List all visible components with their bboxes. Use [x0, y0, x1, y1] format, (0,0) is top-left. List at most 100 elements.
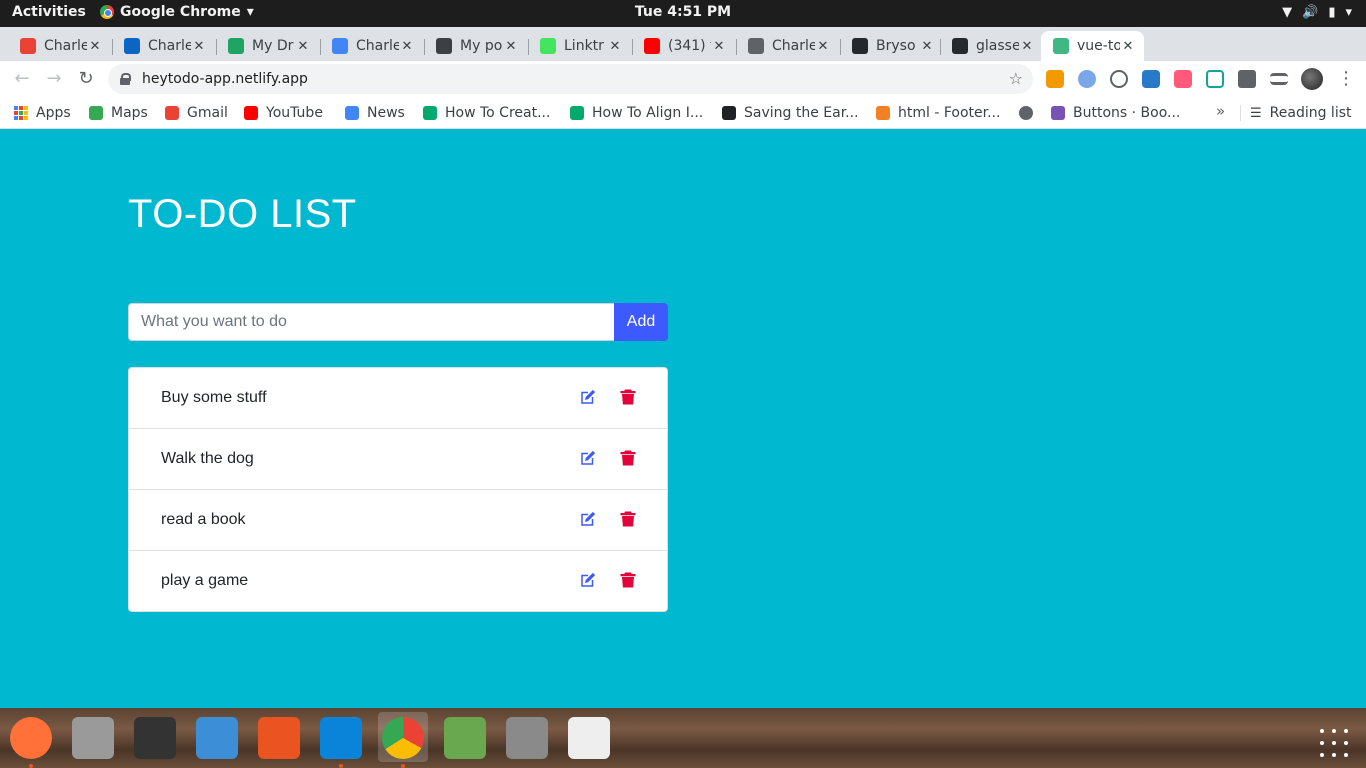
running-indicator	[29, 764, 33, 768]
web-page: TO-DO LIST Add Buy some stuff Walk the do…	[0, 130, 1366, 708]
bookmark-item[interactable]: Gmail	[165, 103, 228, 123]
close-tab-icon[interactable]: ✕	[607, 39, 623, 54]
running-indicator	[339, 764, 343, 768]
bookmarks-overflow-icon[interactable]: »	[1216, 102, 1225, 120]
todo-actions	[579, 449, 637, 467]
lock-icon[interactable]	[120, 73, 131, 85]
extension-icon[interactable]	[1142, 70, 1160, 88]
browser-tab[interactable]: Charle ✕	[112, 31, 215, 61]
dock-item[interactable]	[6, 712, 56, 762]
reload-icon[interactable]: ↻	[74, 68, 98, 89]
todo-text: Buy some stuff	[161, 389, 267, 406]
dock-item[interactable]	[502, 712, 552, 762]
close-tab-icon[interactable]: ✕	[399, 39, 415, 54]
edit-icon[interactable]	[579, 510, 597, 528]
browser-tab[interactable]: Bryso ✕	[840, 31, 943, 61]
back-arrow-icon[interactable]: ←	[10, 68, 34, 89]
puzzle-extensions-icon[interactable]	[1238, 70, 1256, 88]
trash-icon[interactable]	[619, 449, 637, 467]
todo-list: Buy some stuff Walk the dog read a book pla…	[128, 367, 668, 612]
browser-tab[interactable]: vue-to ✕	[1041, 31, 1144, 61]
gmail-icon	[165, 106, 179, 120]
browser-tab[interactable]: Charle ✕	[736, 31, 839, 61]
edit-icon[interactable]	[579, 388, 597, 406]
bookmark-item[interactable]: Saving the Ear...	[722, 103, 859, 123]
browser-tab[interactable]: My Dr ✕	[216, 31, 319, 61]
profile-avatar[interactable]	[1301, 68, 1323, 90]
edit-icon[interactable]	[579, 571, 597, 589]
close-tab-icon[interactable]: ✕	[87, 39, 103, 54]
address-bar-url: heytodo-app.netlify.app	[142, 71, 308, 87]
linktree-icon	[540, 38, 556, 54]
dock-item[interactable]	[68, 712, 118, 762]
kebab-menu-icon[interactable]: ⋮	[1337, 68, 1355, 89]
chrome-icon	[382, 717, 424, 759]
bookmark-item[interactable]: YouTube	[244, 103, 323, 123]
todo-text: read a book	[161, 511, 246, 528]
key-extension-icon[interactable]	[1046, 70, 1064, 88]
dock-item[interactable]	[130, 712, 180, 762]
bookmark-item[interactable]: html - Footer...	[876, 103, 1000, 123]
add-button[interactable]: Add	[614, 303, 668, 341]
bookmark-item[interactable]: Maps	[89, 103, 148, 123]
forward-arrow-icon[interactable]: →	[42, 68, 66, 89]
tab-title: Charle	[44, 38, 87, 54]
close-tab-icon[interactable]: ✕	[295, 39, 311, 54]
browser-tab[interactable]: My po ✕	[424, 31, 527, 61]
browser-tab[interactable]: Charle ✕	[320, 31, 423, 61]
media-control-icon[interactable]	[1270, 73, 1288, 85]
close-tab-icon[interactable]: ✕	[919, 39, 935, 54]
browser-tab[interactable]: glasse ✕	[940, 31, 1043, 61]
trash-icon[interactable]	[619, 388, 637, 406]
bookmark-item[interactable]: How To Align I...	[570, 103, 703, 123]
dock-item[interactable]	[440, 712, 490, 762]
bookmark-label: Maps	[111, 105, 148, 121]
maps-pin-icon	[89, 106, 103, 120]
globe-icon	[748, 38, 764, 54]
bootstrap-icon	[1051, 106, 1065, 120]
github-icon	[852, 38, 868, 54]
show-applications-button[interactable]	[1320, 729, 1348, 757]
dock-item[interactable]	[254, 712, 304, 762]
w3-icon	[423, 106, 437, 120]
globe-icon	[436, 38, 452, 54]
edit-icon[interactable]	[579, 449, 597, 467]
todo-input[interactable]	[128, 303, 614, 341]
dock-item[interactable]	[378, 712, 428, 762]
extension-icon[interactable]	[1078, 70, 1096, 88]
close-tab-icon[interactable]: ✕	[1120, 39, 1136, 54]
bookmark-item[interactable]: News	[345, 103, 405, 123]
reading-list-icon: ☰	[1250, 105, 1262, 121]
bookmark-item[interactable]: Buttons · Boo...	[1051, 103, 1180, 123]
volume-icon: 🔊	[1302, 5, 1319, 20]
bookmark-item[interactable]	[1019, 103, 1033, 123]
extension-icon[interactable]	[1174, 70, 1192, 88]
divider	[1240, 105, 1241, 121]
system-tray[interactable]: ▼ 🔊 ▮ ▾	[1282, 5, 1352, 20]
bookmark-label: News	[367, 105, 405, 121]
dock-item[interactable]	[316, 712, 366, 762]
trash-icon[interactable]	[619, 510, 637, 528]
close-tab-icon[interactable]: ✕	[815, 39, 831, 54]
dock-item[interactable]	[564, 712, 614, 762]
extension-icon[interactable]	[1206, 70, 1224, 88]
bookmark-item[interactable]: Apps	[14, 103, 71, 123]
bookmark-item[interactable]: How To Creat...	[423, 103, 550, 123]
add-todo-form: Add	[128, 303, 668, 341]
trash-icon[interactable]	[619, 571, 637, 589]
dock-item[interactable]	[192, 712, 242, 762]
browser-tab[interactable]: Linktr ✕	[528, 31, 631, 61]
dock	[0, 708, 1366, 768]
close-tab-icon[interactable]: ✕	[503, 39, 519, 54]
extension-icon[interactable]	[1110, 70, 1128, 88]
close-tab-icon[interactable]: ✕	[191, 39, 207, 54]
bookmark-star-icon[interactable]: ☆	[1009, 69, 1023, 88]
browser-tab[interactable]: (341) f ✕	[632, 31, 735, 61]
address-bar[interactable]: heytodo-app.netlify.app ☆	[108, 64, 1033, 94]
close-tab-icon[interactable]: ✕	[711, 39, 727, 54]
close-tab-icon[interactable]: ✕	[1019, 39, 1035, 54]
youtube-icon	[644, 38, 660, 54]
clock[interactable]: Tue 4:51 PM	[0, 4, 1366, 20]
browser-tab[interactable]: Charle ✕	[8, 31, 111, 61]
reading-list-button[interactable]: ☰ Reading list	[1250, 103, 1352, 123]
